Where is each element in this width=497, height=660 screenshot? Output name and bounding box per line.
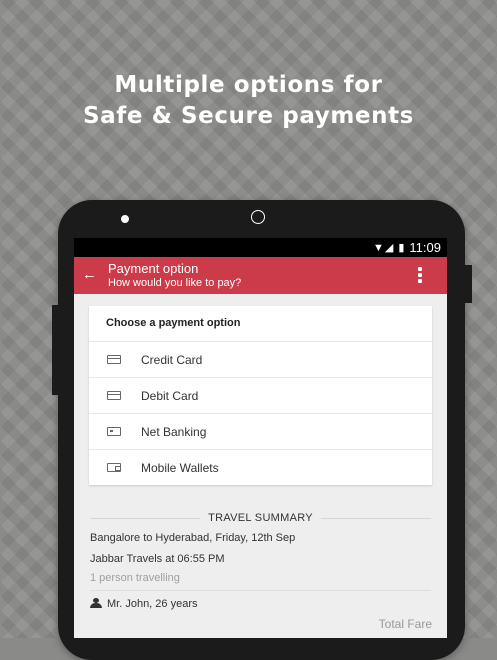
status-time: 11:09 xyxy=(409,240,441,255)
operator-text: Jabbar Travels at 06:55 PM xyxy=(90,553,225,565)
phone-power-button xyxy=(465,265,472,303)
phone-screen: ▼◢ ▮ 11:09 ← Payment option How would yo… xyxy=(74,238,447,638)
credit-card-icon xyxy=(107,355,121,364)
passenger-name: Mr. John, 26 years xyxy=(107,598,198,610)
payment-option-mobile-wallets[interactable]: Mobile Wallets xyxy=(89,450,432,485)
payment-option-debit-card[interactable]: Debit Card xyxy=(89,378,432,414)
payment-option-net-banking[interactable]: Net Banking xyxy=(89,414,432,450)
travel-summary-title: TRAVEL SUMMARY xyxy=(208,512,313,524)
page-subtitle: How would you like to pay? xyxy=(108,277,242,289)
person-icon xyxy=(90,598,102,608)
phone-volume-button xyxy=(52,305,59,395)
route-text: Bangalore to Hyderabad, Friday, 12th Sep xyxy=(90,532,296,544)
total-fare-label: Total Fare xyxy=(378,617,432,631)
travellers-count: 1 person travelling xyxy=(90,572,180,584)
camera-icon xyxy=(251,210,265,224)
option-label: Credit Card xyxy=(141,352,203,367)
travel-summary-heading: TRAVEL SUMMARY xyxy=(90,512,432,524)
option-label: Debit Card xyxy=(141,388,199,403)
headline-line-1: Multiple options for xyxy=(114,72,383,98)
page-title: Payment option xyxy=(108,261,199,276)
net-banking-icon xyxy=(107,427,121,436)
option-label: Net Banking xyxy=(141,424,207,439)
debit-card-icon xyxy=(107,391,121,400)
status-bar: ▼◢ ▮ 11:09 xyxy=(74,238,447,257)
passenger-row: Mr. John, 26 years xyxy=(90,598,198,610)
wallet-icon xyxy=(107,463,121,472)
summary-divider xyxy=(90,590,431,591)
app-bar: ← Payment option How would you like to p… xyxy=(74,257,447,294)
overflow-menu-icon[interactable] xyxy=(418,267,422,283)
payment-option-credit-card[interactable]: Credit Card xyxy=(89,342,432,378)
back-arrow-icon[interactable]: ← xyxy=(82,266,97,283)
option-label: Mobile Wallets xyxy=(141,460,219,475)
payment-options-header: Choose a payment option xyxy=(89,306,432,342)
payment-options-card: Choose a payment option Credit Card Debi… xyxy=(89,306,432,485)
signal-icons: ▼◢ ▮ xyxy=(372,242,406,254)
speaker-icon xyxy=(121,215,129,223)
promo-headline: Multiple options for Safe & Secure payme… xyxy=(0,70,497,132)
headline-line-2: Safe & Secure payments xyxy=(83,103,414,129)
